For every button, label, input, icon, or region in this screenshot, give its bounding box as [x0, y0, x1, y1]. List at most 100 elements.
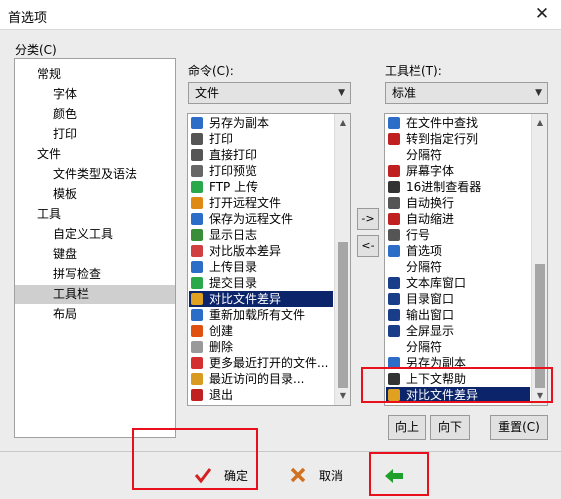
- commands-group-select[interactable]: 文件 ▼: [188, 82, 351, 104]
- hex-viewer-icon: [388, 181, 400, 193]
- exit-icon: [191, 389, 203, 401]
- remove-from-toolbar-button[interactable]: <-: [357, 235, 379, 257]
- command-item[interactable]: 对比文件差异: [189, 291, 333, 307]
- toolbar-item[interactable]: 自动换行: [386, 195, 530, 211]
- toolbar-items-list[interactable]: 在文件中查找 转到指定行列 分隔符 屏幕字体 16进制查看器 自动换行 自动缩进 行号 首选项分…: [384, 113, 548, 406]
- command-item[interactable]: 直接打印: [189, 147, 333, 163]
- vertical-scrollbar[interactable]: ▲ ▼: [531, 114, 547, 405]
- recent-files-icon: [191, 357, 203, 369]
- category-item[interactable]: 工具栏: [15, 285, 175, 304]
- item-label: 显示日志: [209, 228, 258, 242]
- category-item[interactable]: 拼写检查: [15, 265, 175, 284]
- toolbar-item[interactable]: 目录窗口: [386, 291, 530, 307]
- move-down-button[interactable]: 向下: [430, 415, 470, 440]
- screen-font-icon: [388, 165, 400, 177]
- auto-indent-icon: [388, 213, 400, 225]
- commands-group-value: 文件: [195, 86, 220, 100]
- reset-button[interactable]: 重置(C): [490, 415, 548, 440]
- add-to-toolbar-button[interactable]: ->: [357, 208, 379, 230]
- item-label: 分隔符: [406, 260, 443, 274]
- category-item[interactable]: 工具: [15, 205, 175, 224]
- command-item[interactable]: 另存为副本: [189, 115, 333, 131]
- item-label: 直接打印: [209, 148, 258, 162]
- category-item[interactable]: 模板: [15, 185, 175, 204]
- vertical-scrollbar[interactable]: ▲ ▼: [334, 114, 350, 405]
- command-item[interactable]: 显示日志: [189, 227, 333, 243]
- category-item[interactable]: 文件: [15, 145, 175, 164]
- commands-label: 命令(C):: [188, 64, 234, 78]
- item-label: 退出: [209, 388, 234, 402]
- word-wrap-icon: [388, 197, 400, 209]
- command-item[interactable]: 打开远程文件: [189, 195, 333, 211]
- item-label: 自动换行: [406, 196, 455, 210]
- cancel-label: 取消: [319, 469, 344, 483]
- text-lib-window-icon: [388, 277, 400, 289]
- scroll-down-icon[interactable]: ▼: [335, 388, 350, 404]
- commands-list[interactable]: 另存为副本 打印 直接打印 打印预览 FTP 上传 打开远程文件 保存为远程文件 显示日志 对比…: [187, 113, 351, 406]
- command-item[interactable]: 退出: [189, 387, 333, 403]
- toolbar-item[interactable]: 首选项: [386, 243, 530, 259]
- toolbar-item[interactable]: 16进制查看器: [386, 179, 530, 195]
- toolbar-item[interactable]: 在文件中查找: [386, 115, 530, 131]
- item-label: 自动缩进: [406, 212, 455, 226]
- command-item[interactable]: 对比版本差异: [189, 243, 333, 259]
- item-label: 目录窗口: [406, 292, 455, 306]
- fullscreen-icon: [388, 325, 400, 337]
- item-label: 打开远程文件: [209, 196, 282, 210]
- goto-line-icon: [388, 133, 400, 145]
- command-item[interactable]: 重新加载所有文件: [189, 307, 333, 323]
- toolbar-select-value: 标准: [392, 86, 417, 100]
- item-label: 创建: [209, 324, 234, 338]
- line-number-icon: [388, 229, 400, 241]
- command-item[interactable]: 提交目录: [189, 275, 333, 291]
- category-tree[interactable]: 常规 字体 颜色 打印 文件 文件类型及语法 模板 工具 自定义工具 键盘 拼写检查 工具栏 布局: [14, 58, 176, 438]
- category-label: 分类(C): [15, 43, 57, 57]
- command-item[interactable]: 更多最近打开的文件...: [189, 355, 333, 371]
- category-item[interactable]: 布局: [15, 305, 175, 324]
- window-title: 首选项: [8, 11, 48, 26]
- toolbar-item[interactable]: 行号: [386, 227, 530, 243]
- toolbar-item[interactable]: 全屏显示: [386, 323, 530, 339]
- scroll-thumb[interactable]: [338, 242, 348, 388]
- item-label: 分隔符: [406, 340, 443, 354]
- command-item[interactable]: 打印: [189, 131, 333, 147]
- category-item[interactable]: 自定义工具: [15, 225, 175, 244]
- command-item[interactable]: 保存为远程文件: [189, 211, 333, 227]
- upload-dir-icon: [191, 261, 203, 273]
- command-item[interactable]: FTP 上传: [189, 179, 333, 195]
- scroll-up-icon[interactable]: ▲: [532, 115, 547, 131]
- item-label: 分隔符: [406, 148, 443, 162]
- close-icon[interactable]: ✕: [528, 2, 556, 26]
- category-item[interactable]: 颜色: [15, 105, 175, 124]
- toolbar-item[interactable]: 转到指定行列: [386, 131, 530, 147]
- open-remote-icon: [191, 197, 203, 209]
- command-item[interactable]: 删除: [189, 339, 333, 355]
- category-item[interactable]: 键盘: [15, 245, 175, 264]
- toolbar-item[interactable]: 文本库窗口: [386, 275, 530, 291]
- item-label: 上传目录: [209, 260, 258, 274]
- command-item[interactable]: 上传目录: [189, 259, 333, 275]
- item-label: FTP 上传: [209, 180, 259, 194]
- cancel-x-icon: [290, 467, 306, 483]
- command-item[interactable]: 创建: [189, 323, 333, 339]
- output-window-icon: [388, 309, 400, 321]
- category-item[interactable]: 文件类型及语法: [15, 165, 175, 184]
- move-up-button[interactable]: 向上: [388, 415, 426, 440]
- toolbar-item[interactable]: 分隔符: [386, 259, 530, 275]
- scroll-up-icon[interactable]: ▲: [335, 115, 350, 131]
- toolbar-item[interactable]: 输出窗口: [386, 307, 530, 323]
- toolbar-item[interactable]: 分隔符: [386, 339, 530, 355]
- item-label: 删除: [209, 340, 234, 354]
- toolbar-item[interactable]: 分隔符: [386, 147, 530, 163]
- command-item[interactable]: 最近访问的目录...: [189, 371, 333, 387]
- cancel-button[interactable]: 取消: [286, 460, 356, 490]
- find-in-files-icon: [388, 117, 400, 129]
- category-item[interactable]: 打印: [15, 125, 175, 144]
- toolbar-select[interactable]: 标准 ▼: [385, 82, 548, 104]
- chevron-down-icon: ▼: [535, 88, 542, 98]
- toolbar-item[interactable]: 自动缩进: [386, 211, 530, 227]
- toolbar-item[interactable]: 屏幕字体: [386, 163, 530, 179]
- category-item[interactable]: 字体: [15, 85, 175, 104]
- category-item[interactable]: 常规: [15, 65, 175, 84]
- command-item[interactable]: 打印预览: [189, 163, 333, 179]
